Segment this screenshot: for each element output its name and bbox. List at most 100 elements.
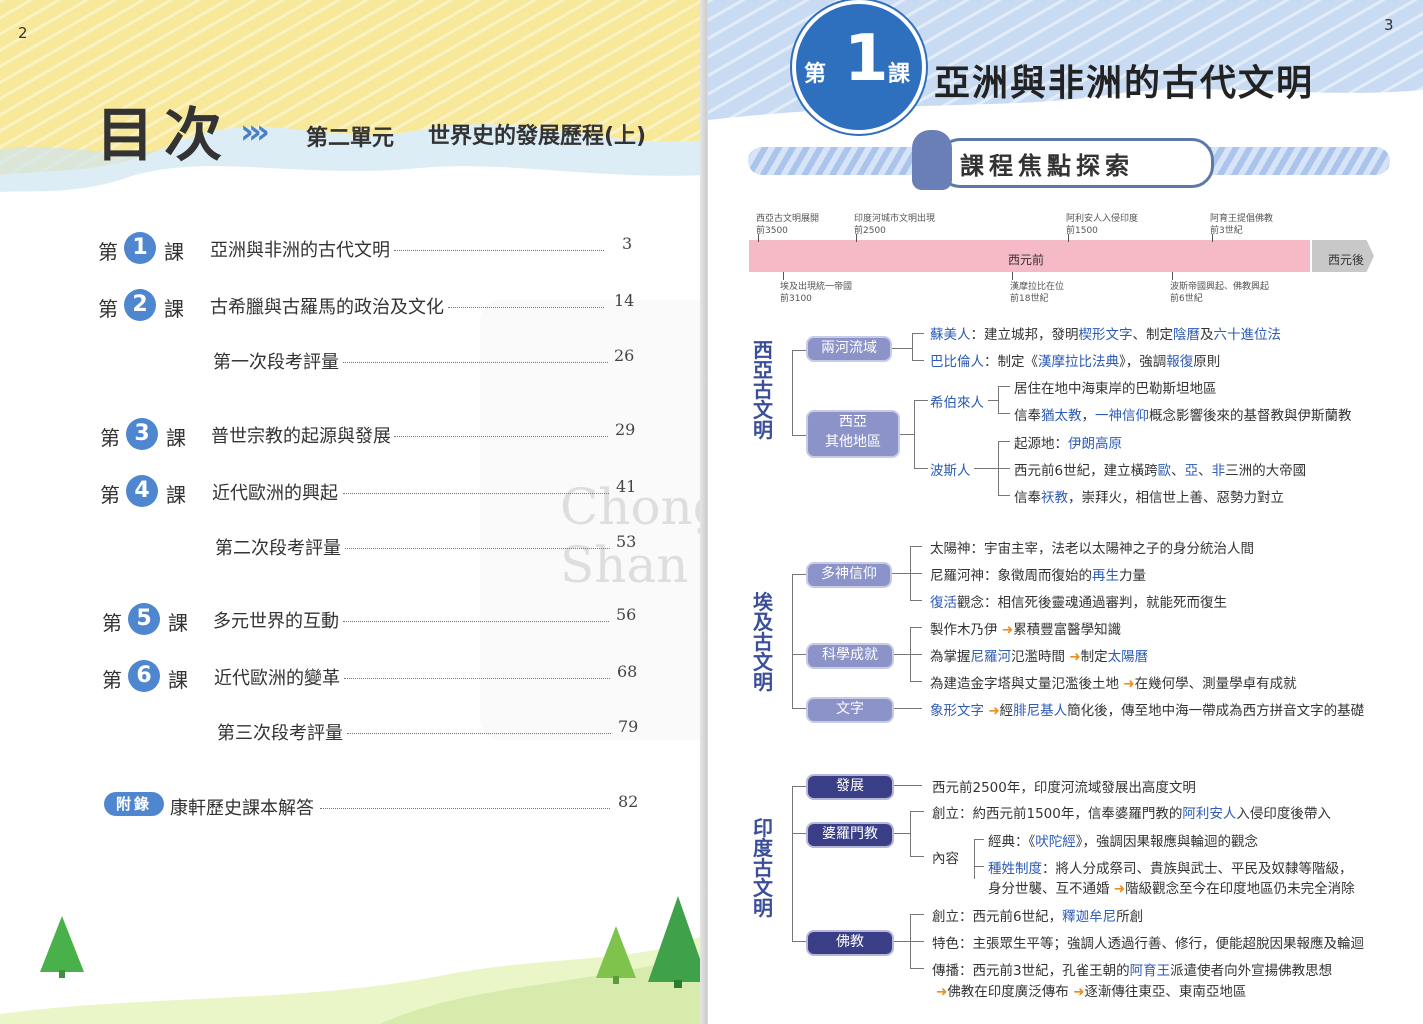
dot-leader — [394, 250, 604, 251]
lesson-title: 亞洲與非洲的古代文明 — [934, 63, 1315, 104]
timeline-tick — [783, 272, 784, 280]
node-buddhism: 佛教 — [806, 930, 894, 956]
text-caste: 種姓制度：將人分成祭司、貴族與武士、平民及奴隸等階級， — [988, 861, 1353, 877]
lesson-prefix: 第 — [102, 611, 122, 635]
toc-entry[interactable]: 第 1 課 亞洲與非洲的古代文明 3 — [98, 232, 638, 268]
lesson-suffix: 課 — [168, 668, 188, 692]
connector — [914, 400, 928, 401]
node-rivers: 兩河流域 — [806, 336, 892, 362]
connector — [894, 941, 910, 942]
arrow-right-icon: ➜ — [988, 703, 1000, 719]
connector — [998, 495, 1010, 496]
dot-leader — [345, 548, 610, 549]
lesson-suffix: 課 — [888, 62, 911, 87]
node-brahmanism: 婆羅門教 — [806, 822, 894, 848]
text-buddhism-spread: 傳播：西元前3世紀，孔雀王朝的阿育王派遣使者向外宣揚佛教思想 — [932, 963, 1333, 979]
dot-leader — [344, 678, 610, 679]
arrow-right-icon: ➜ — [1069, 649, 1081, 665]
toc-entry[interactable]: 第二次段考評量 53 — [98, 530, 638, 566]
connector — [792, 350, 806, 351]
connector — [910, 811, 924, 812]
toc-appendix[interactable]: 附錄 康軒歷史課本解答 82 — [104, 790, 644, 826]
node-development: 發展 — [806, 774, 894, 800]
connector — [914, 400, 915, 468]
text-hieroglyph: 象形文字 ➜經腓尼基人簡化後，傳至地中海一帶成為西方拼音文字的基礎 — [930, 703, 1365, 719]
dot-leader — [347, 733, 611, 734]
lesson-prefix: 第 — [804, 62, 827, 87]
text-caste-2: 身分世襲、互不通婚 ➜階級觀念至今在印度地區仍未完全消除 — [988, 881, 1355, 897]
toc-entry-title: 亞洲與非洲的古代文明 — [210, 240, 390, 261]
connector — [894, 708, 922, 709]
toc-entry[interactable]: 第 5 課 多元世界的互動 56 — [98, 603, 638, 639]
text-persia-2: 西元前6世紀，建立橫跨歐、亞、非三洲的大帝國 — [1014, 463, 1307, 479]
connector — [910, 941, 924, 942]
text-content-label: 內容 — [932, 851, 959, 867]
text-hebrew-1: 居住在地中海東岸的巴勒斯坦地區 — [1014, 381, 1217, 397]
toc-entry[interactable]: 第 3 課 普世宗教的起源與發展 29 — [98, 418, 638, 454]
tree-icon — [648, 896, 706, 988]
connector — [910, 914, 924, 915]
arrow-right-icon: ➜ — [1123, 676, 1135, 692]
timeline-tick — [1068, 234, 1069, 242]
unit-label: 第二單元 — [306, 126, 395, 151]
lesson-suffix: 課 — [168, 611, 188, 635]
connector — [912, 333, 913, 361]
text-sumer: 蘇美人：建立城邦，發明楔形文字、制定陰曆及六十進位法 — [930, 327, 1281, 343]
lesson-suffix: 課 — [164, 240, 184, 264]
toc-entry[interactable]: 第三次段考評量 79 — [98, 715, 638, 751]
connector — [910, 811, 911, 856]
timeline-tick — [1012, 272, 1013, 280]
timeline-tick — [1172, 272, 1173, 280]
connector — [892, 573, 910, 574]
connector — [892, 348, 912, 349]
toc-entry[interactable]: 第 6 課 近代歐洲的變革 68 — [98, 660, 638, 696]
lesson-suffix: 課 — [166, 426, 186, 450]
lesson-prefix: 第 — [100, 483, 120, 507]
dot-leader — [343, 493, 609, 494]
toc-page-number: 56 — [616, 605, 637, 624]
appendix-badge: 附錄 — [104, 792, 164, 816]
toc-entry-title: 第一次段考評量 — [213, 352, 339, 373]
section-title: 課程焦點探索 — [960, 152, 1134, 180]
left-page: 2 目次 ››› 第二單元 世界史的發展歷程(上) Chong Shan 第 1… — [0, 0, 706, 1024]
timeline-event: 漢摩拉比在位 前18世紀 — [1010, 282, 1065, 304]
node-polytheism: 多神信仰 — [806, 562, 892, 588]
node-science: 科學成就 — [806, 643, 894, 669]
arrow-right-icon: ➜ — [936, 984, 948, 1000]
toc-entry-title: 古希臘與古羅馬的政治及文化 — [210, 297, 444, 318]
toc-entry-title: 近代歐洲的變革 — [214, 668, 340, 689]
toc-entry[interactable]: 第一次段考評量 26 — [98, 344, 638, 380]
connector — [910, 856, 924, 857]
category-label-west-asia: 西亞古文明 — [753, 338, 773, 442]
connector — [988, 400, 998, 401]
connector — [792, 708, 806, 709]
unit-subtitle: 世界史的發展歷程(上) — [428, 124, 647, 149]
connector — [998, 386, 1010, 387]
text-sun-god: 太陽神：宇宙主宰，法老以太陽神之子的身分統治人間 — [930, 541, 1254, 557]
text-buddha: 創立：西元前6世紀，釋迦牟尼所創 — [932, 909, 1144, 925]
connector — [912, 360, 924, 361]
toc-entry-title: 多元世界的互動 — [213, 611, 339, 632]
lesson-prefix: 第 — [100, 426, 120, 450]
timeline-event: 埃及出現統一帝國 前3100 — [780, 282, 853, 304]
timeline-tick — [758, 234, 759, 242]
connector — [792, 435, 806, 436]
connector — [910, 968, 924, 969]
toc-entry[interactable]: 第 4 課 近代歐洲的興起 41 — [98, 475, 638, 511]
toc-page-number: 82 — [618, 792, 639, 811]
text-mummy: 製作木乃伊 ➜累積豐富醫學知識 — [930, 622, 1122, 638]
connector — [792, 350, 793, 436]
lesson-prefix: 第 — [98, 297, 118, 321]
text-hebrew-label: 希伯來人 — [930, 395, 984, 411]
node-other-regions: 西亞 其他地區 — [806, 410, 900, 458]
text-indus: 西元前2500年，印度河流域發展出高度文明 — [932, 780, 1196, 796]
toc-entry[interactable]: 第 2 課 古希臘與古羅馬的政治及文化 14 — [98, 289, 638, 325]
timeline-event: 阿育王提倡佛教 前3世紀 — [1210, 214, 1274, 236]
arrow-right-icon: ➜ — [1001, 622, 1014, 638]
text-buddhism-spread-2: ➜佛教在印度廣泛傳布 ➜逐漸傳往東亞、東南亞地區 — [936, 984, 1247, 1000]
category-label-egypt: 埃及古文明 — [753, 590, 773, 694]
lesson-suffix: 課 — [166, 483, 186, 507]
toc-page-number: 68 — [617, 662, 638, 681]
category-label-india: 印度古文明 — [753, 816, 773, 920]
connector — [792, 574, 793, 708]
